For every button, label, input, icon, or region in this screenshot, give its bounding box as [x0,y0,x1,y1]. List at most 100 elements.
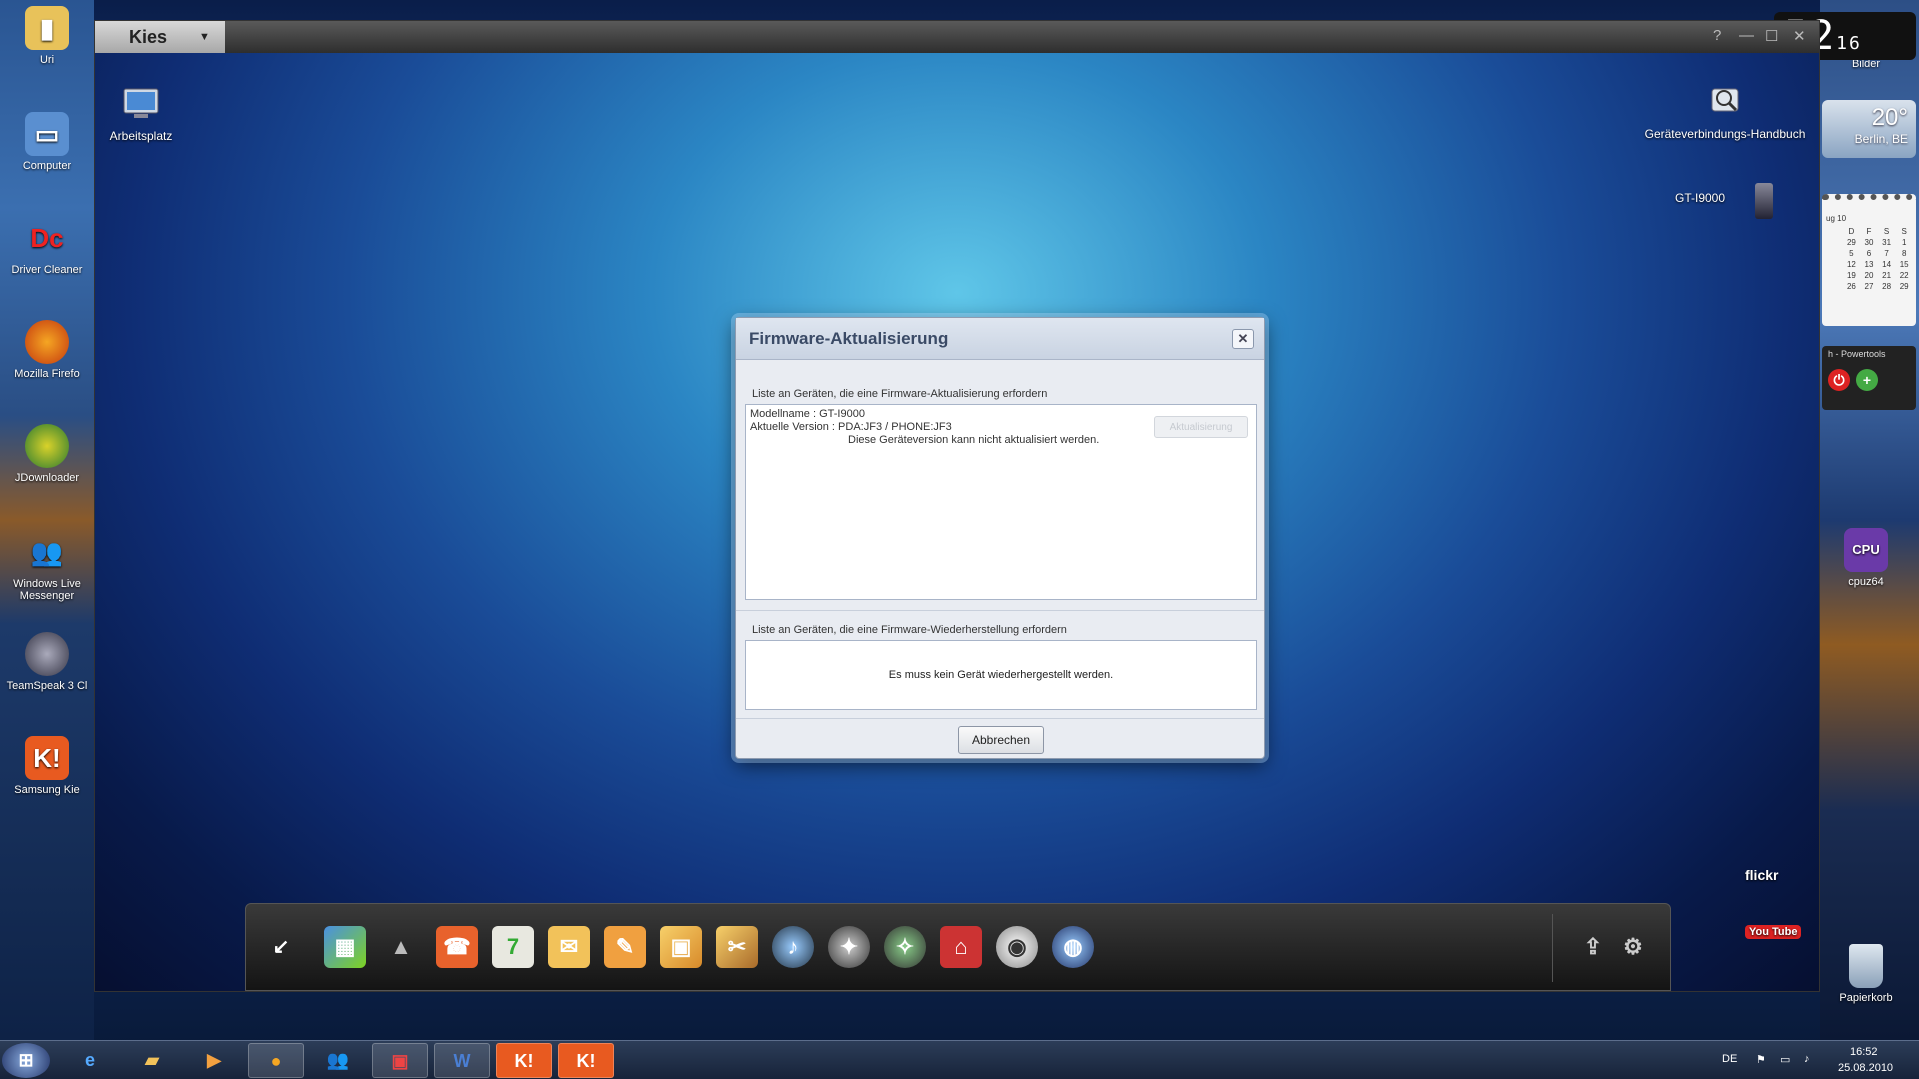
device-transfer-icon[interactable]: ⇪ [1572,926,1614,968]
collapse-arrow-icon[interactable]: ↙ [260,926,302,968]
cal-day: 30 [1864,238,1874,247]
media-player-icon[interactable]: ▶ [186,1043,242,1078]
memo-icon[interactable]: ✎ [604,926,646,968]
update-button: Aktualisierung [1154,416,1248,438]
internet-explorer-icon[interactable]: e [62,1043,118,1078]
cal-day: 12 [1846,260,1856,269]
photos-icon[interactable]: ▣ [660,926,702,968]
folder-icon: ▮ [25,6,69,50]
my-computer-label: Arbeitsplatz [109,129,173,143]
desktop-icon-label: Computer [22,160,72,172]
minimize-button[interactable]: — [1739,27,1754,44]
kies-logo-text: Kies [129,27,168,47]
desktop-icon-label: Uri [39,54,55,66]
cal-day: 5 [1849,249,1854,258]
pyramid-icon[interactable]: ▲ [380,926,422,968]
desktop-icon-uri[interactable]: ▮ Uri [0,6,94,66]
cal-day: 31 [1882,238,1892,247]
tray-date[interactable]: 25.08.2010 [1838,1062,1893,1074]
powertools-widget: h - Powertools ⏻ + [1822,346,1916,410]
plus-icon[interactable]: + [1856,369,1878,391]
mail-icon[interactable]: ✉ [548,926,590,968]
kies-logo[interactable]: Kies ▼ [95,21,225,53]
chevron-down-icon: ▼ [199,31,210,43]
kies-task-icon[interactable]: K! [558,1043,614,1078]
video-edit-icon[interactable]: ✧ [884,926,926,968]
disc-icon[interactable]: ◉ [996,926,1038,968]
kies-icon: K! [25,736,69,780]
update-section-label: Liste an Geräten, die eine Firmware-Aktu… [752,388,1048,400]
flag-icon[interactable]: ⚑ [1756,1053,1766,1066]
cal-day: 8 [1901,249,1907,258]
weather-widget[interactable]: 20° Berlin, BE [1822,100,1916,158]
network-icon[interactable]: ▭ [1780,1053,1790,1066]
task-app-red-icon[interactable]: ▣ [372,1043,428,1078]
kies-task-icon[interactable]: K! [496,1043,552,1078]
firefox-task-icon[interactable]: ● [248,1043,304,1078]
device-label: GT-I9000 [1675,191,1726,205]
desktop-icon-messenger[interactable]: 👥 Windows Live Messenger [0,530,94,602]
desktop-icon-label: Papierkorb [1839,992,1893,1004]
dialog-close-button[interactable]: ✕ [1232,329,1254,349]
help-button[interactable]: ? [1713,27,1721,44]
messenger-task-icon[interactable]: 👥 [310,1043,366,1078]
windows-taskbar: ⊞ e ▰ ▶ ● 👥 ▣ W K! K! DE ⚑ ▭ ♪ 16:52 25.… [0,1040,1919,1079]
teamspeak-icon [25,632,69,676]
desktop-icon-computer[interactable]: ▭ Computer [0,112,94,172]
messenger-icon: 👥 [30,537,64,567]
recycle-bin-icon [1849,944,1883,988]
volume-icon[interactable]: ♪ [1804,1053,1810,1065]
flickr-link[interactable]: flickr [1745,867,1778,883]
desktop-icon-firefox[interactable]: Mozilla Firefo [0,320,94,380]
phone-contacts-icon[interactable]: ☎ [436,926,478,968]
language-indicator[interactable]: DE [1722,1053,1737,1065]
clock-seconds: 16 [1836,33,1862,54]
cal-day: 28 [1882,282,1892,291]
photo-edit-icon[interactable]: ✂ [716,926,758,968]
weather-city: Berlin, BE [1854,132,1908,146]
apps-icon[interactable]: ▦ [324,926,366,968]
kies-titlebar: Kies ▼ ? — ☐ ✕ [95,21,1819,53]
calendar-icon[interactable]: 7 [492,926,534,968]
update-device-list[interactable]: Modellname : GT-I9000 Aktuelle Version :… [745,404,1257,600]
desktop-icon-cpuz[interactable]: CPU cpuz64 [1816,528,1916,588]
kies-window: Kies ▼ ? — ☐ ✕ Arbeitsplatz Geräteverbin… [94,20,1820,992]
calendar-widget[interactable]: ug 10 D F S S 29 30 31 1 5 6 7 8 12 13 14 15 19 20 21 2… [1822,194,1916,326]
my-computer-shortcut[interactable]: Arbeitsplatz [103,83,179,143]
settings-gear-icon[interactable]: ⚙ [1612,926,1654,968]
firmware-update-dialog: Firmware-Aktualisierung ✕ Liste an Gerät… [735,317,1265,759]
cal-day: 13 [1864,260,1874,269]
cal-day: 27 [1864,282,1874,291]
cal-day: 29 [1899,282,1909,291]
restore-section-label: Liste an Geräten, die eine Firmware-Wied… [752,624,1067,636]
device-guide-label: Geräteverbindungs-Handbuch [1644,127,1806,141]
desktop-icon-label: TeamSpeak 3 Cl [6,680,88,692]
desktop-icon-driver-cleaner[interactable]: Dc Driver Cleaner [0,216,94,276]
podcast-icon[interactable]: ⌂ [940,926,982,968]
music-icon[interactable]: ♪ [772,926,814,968]
start-button-icon[interactable]: ⊞ [2,1043,50,1078]
cancel-button[interactable]: Abbrechen [958,726,1044,754]
explorer-folder-icon[interactable]: ▰ [124,1043,180,1078]
close-button[interactable]: ✕ [1793,27,1806,45]
calendar-month: ug 10 [1826,214,1847,223]
monitor-icon [123,88,159,118]
desktop-icon-teamspeak[interactable]: TeamSpeak 3 Cl [0,632,94,692]
tray-time[interactable]: 16:52 [1850,1046,1878,1058]
desktop-icon-samsung-kies[interactable]: K! Samsung Kie [0,736,94,796]
word-task-icon[interactable]: W [434,1043,490,1078]
maximize-button[interactable]: ☐ [1765,27,1778,45]
desktop-icon-jdownloader[interactable]: JDownloader [0,424,94,484]
youtube-link[interactable]: You Tube [1745,925,1802,939]
cal-header: S [1901,227,1907,236]
device-guide-shortcut[interactable]: Geräteverbindungs-Handbuch [1635,81,1815,141]
video-icon[interactable]: ✦ [828,926,870,968]
desktop-icon-recycle-bin[interactable]: Papierkorb [1816,944,1916,1004]
dock-separator [1552,914,1553,982]
cpuz-icon: CPU [1844,528,1888,572]
globe-icon[interactable]: ◍ [1052,926,1094,968]
cal-day: 22 [1899,271,1909,280]
power-icon[interactable]: ⏻ [1828,369,1850,391]
divider [736,610,1264,611]
close-icon: ✕ [1237,331,1249,346]
